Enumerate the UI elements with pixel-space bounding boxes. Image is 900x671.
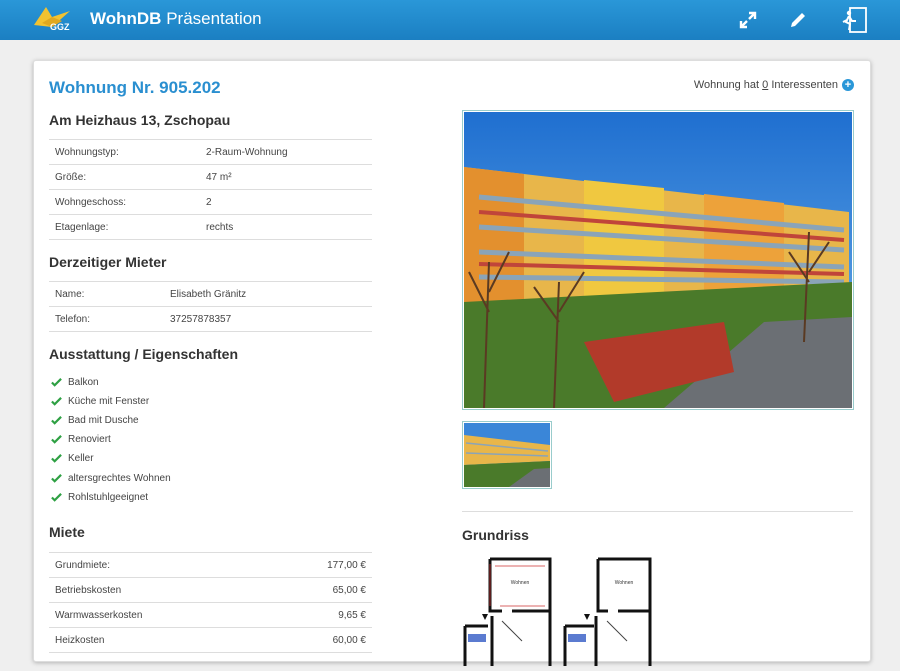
detail-value: 47 m²: [206, 172, 232, 183]
check-icon: [51, 416, 62, 425]
floorplan-heading: Grundriss: [462, 527, 529, 543]
table-row: Etagenlage: rechts: [49, 215, 372, 240]
interest-text: Wohnung hat 0 Interessenten: [694, 79, 838, 91]
add-interest-icon[interactable]: +: [842, 79, 854, 91]
check-icon: [51, 493, 62, 502]
floorplan-image[interactable]: Wohnen Wohnen: [462, 556, 662, 666]
photo-thumbnail[interactable]: [462, 421, 552, 489]
floorplan-illustration: Wohnen Wohnen: [463, 557, 652, 666]
svg-text:Wohnen: Wohnen: [615, 580, 634, 586]
interest-prefix: Wohnung hat: [693, 79, 763, 91]
list-item: Rohlstuhlgeeignet: [51, 492, 148, 503]
app-subtitle: Präsentation: [166, 9, 262, 28]
table-row: Warmwasserkosten 9,65 €: [49, 603, 372, 628]
tenant-phone: 37257878357: [170, 314, 232, 325]
pencil-icon[interactable]: [786, 8, 810, 32]
rent-table: Grundmiete: 177,00 € Betriebskosten 65,00 …: [49, 552, 372, 653]
rent-heading: Miete: [49, 524, 85, 540]
interest-link[interactable]: Wohnung hat 0 Interessenten +: [694, 79, 854, 91]
rent-label: Betriebskosten: [55, 585, 122, 596]
rent-label: Warmwasserkosten: [55, 610, 143, 621]
address-heading: Am Heizhaus 13, Zschopau: [49, 112, 231, 128]
interest-suffix: Interessenten: [768, 79, 838, 91]
building-illustration: [464, 112, 852, 409]
detail-label: Wohngeschoss:: [55, 197, 126, 208]
feature-label: Küche mit Fenster: [68, 396, 150, 407]
page-title: Wohnung Nr. 905.202: [49, 78, 221, 97]
list-item: Balkon: [51, 377, 99, 388]
check-icon: [51, 454, 62, 463]
feature-label: altersgrechtes Wohnen: [68, 473, 171, 484]
table-row: Wohngeschoss: 2: [49, 190, 372, 215]
list-item: altersgrechtes Wohnen: [51, 473, 171, 484]
building-thumbnail-illustration: [464, 423, 550, 487]
detail-label: Wohnungstyp:: [55, 147, 119, 158]
tenant-name-label: Name:: [55, 289, 85, 300]
tenant-name: Elisabeth Gränitz: [170, 289, 247, 300]
feature-label: Balkon: [68, 377, 99, 388]
table-row: Heizkosten 60,00 €: [49, 628, 372, 653]
table-row: Größe: 47 m²: [49, 165, 372, 190]
apartment-card: Wohnung Nr. 905.202 Wohnung hat 0 Intere…: [33, 60, 871, 666]
tenant-phone-label: Telefon:: [55, 314, 91, 325]
tenant-heading: Derzeitiger Mieter: [49, 254, 167, 270]
check-icon: [51, 378, 62, 387]
exit-icon[interactable]: [840, 6, 868, 34]
features-heading: Ausstattung / Eigenschaften: [49, 346, 239, 362]
rent-value: 177,00 €: [327, 560, 366, 571]
top-bar: GGZ WohnDB Präsentation: [0, 0, 900, 40]
feature-label: Bad mit Dusche: [68, 415, 139, 426]
table-row: Betriebskosten 65,00 €: [49, 578, 372, 603]
table-row: Name: Elisabeth Gränitz: [49, 282, 372, 307]
app-name: WohnDB: [90, 9, 162, 28]
check-icon: [51, 435, 62, 444]
divider: [462, 511, 853, 512]
detail-value: rechts: [206, 222, 234, 233]
detail-value: 2: [206, 197, 212, 208]
list-item: Renoviert: [51, 434, 111, 445]
list-item: Bad mit Dusche: [51, 415, 139, 426]
detail-value: 2-Raum-Wohnung: [206, 147, 288, 158]
svg-text:Wohnen: Wohnen: [511, 580, 530, 586]
apartment-photo[interactable]: [462, 110, 854, 410]
list-item: Küche mit Fenster: [51, 396, 149, 407]
detail-label: Etagenlage:: [55, 222, 109, 233]
table-row: Telefon: 37257878357: [49, 307, 372, 332]
check-icon: [51, 474, 62, 483]
rent-value: 9,65 €: [338, 610, 366, 621]
expand-icon[interactable]: [736, 8, 760, 32]
feature-label: Rohlstuhlgeeignet: [68, 492, 149, 503]
table-row: Wohnungstyp: 2-Raum-Wohnung: [49, 140, 372, 165]
logo-text: GGZ: [50, 22, 70, 32]
check-icon: [51, 397, 62, 406]
app-title: WohnDB Präsentation: [90, 9, 262, 29]
details-table: Wohnungstyp: 2-Raum-Wohnung Größe: 47 m² W…: [49, 139, 372, 240]
rent-label: Grundmiete:: [55, 560, 111, 571]
tenant-table: Name: Elisabeth Gränitz Telefon: 372578783…: [49, 281, 372, 332]
feature-label: Keller: [68, 453, 94, 464]
rent-value: 60,00 €: [332, 635, 366, 646]
rent-value: 65,00 €: [332, 585, 366, 596]
detail-label: Größe:: [55, 172, 87, 183]
feature-label: Renoviert: [68, 434, 111, 445]
table-row: Grundmiete: 177,00 €: [49, 553, 372, 578]
list-item: Keller: [51, 453, 94, 464]
rent-label: Heizkosten: [55, 635, 105, 646]
